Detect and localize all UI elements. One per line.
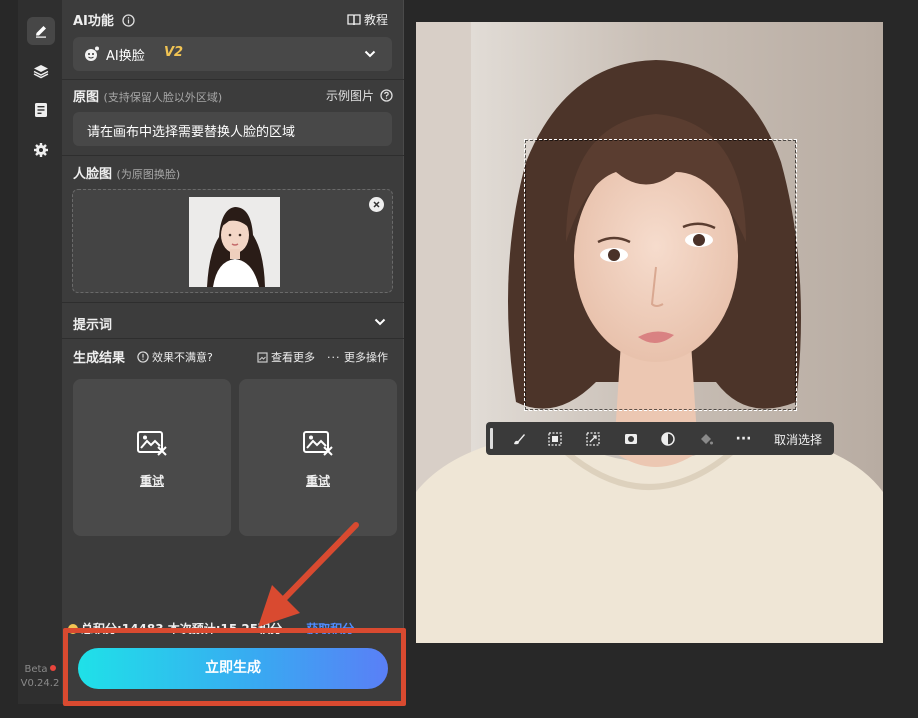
results-title: 生成结果 [73,351,126,366]
version-info: Beta V0.24.2 [18,663,62,691]
notes-icon[interactable] [27,96,55,124]
close-icon [373,201,380,208]
left-rail [18,0,62,704]
selection-toolbar: ··· 取消选择 [486,422,834,455]
layers-icon[interactable] [27,57,55,85]
remove-face-button[interactable] [369,197,384,212]
chevron-down-icon [364,50,376,58]
expand-selection-icon[interactable] [584,430,601,447]
mask-icon[interactable] [622,430,639,447]
retry-link[interactable]: 重试 [239,472,397,489]
divider [62,302,404,303]
cancel-selection-button[interactable]: 取消选择 [774,431,822,448]
selected-function-label: AI换脸 [106,49,145,64]
more-tools-icon[interactable]: ··· [735,430,752,447]
help-icon [380,89,393,102]
annotation-highlight-box [63,628,406,706]
region-select-placeholder: 请在画布中选择需要替换人脸的区域 [87,125,296,140]
edit-icon[interactable] [27,17,55,45]
ai-function-title: AI功能 [73,10,136,29]
version-label: V0.24.2 [20,678,60,689]
tutorial-link[interactable]: 教程 [347,11,388,28]
more-actions-link[interactable]: ··· 更多操作 [327,349,388,365]
invert-selection-icon[interactable] [546,430,563,447]
original-image-title: 原图 (支持保留人脸以外区域) [73,90,223,105]
info-icon[interactable] [122,14,136,27]
fill-bucket-icon[interactable] [697,430,714,447]
result-card-2[interactable]: 重试 [239,379,397,536]
result-card-1[interactable]: 重试 [73,379,231,536]
info-icon [137,351,149,363]
gear-icon[interactable] [27,136,55,164]
book-icon [347,14,361,26]
notification-dot [49,665,56,671]
brush-icon[interactable] [510,430,527,447]
example-image-link[interactable]: 示例图片 [326,87,393,104]
prompt-title: 提示词 [73,318,113,333]
contrast-icon[interactable] [659,430,676,447]
version-badge: V2 [164,45,184,60]
view-more-link[interactable]: 查看更多 [257,349,315,365]
divider [62,338,404,339]
ai-function-select[interactable]: AI换脸 V2 [73,37,392,71]
face-thumbnail [189,197,280,287]
prompt-expand-chevron-icon[interactable] [374,317,386,327]
feedback-link[interactable]: 效果不满意? [137,349,213,365]
retry-link[interactable]: 重试 [73,472,231,489]
face-image-title: 人脸图 (为原图换脸) [73,167,181,182]
divider [62,79,404,80]
broken-image-icon [137,431,167,456]
beta-label: Beta [24,664,48,675]
gallery-icon [257,352,268,363]
selection-marquee[interactable] [524,139,797,411]
face-swap-icon [85,46,99,61]
drag-handle[interactable] [490,428,493,449]
broken-image-icon [303,431,333,456]
divider [62,155,404,156]
region-select-field[interactable]: 请在画布中选择需要替换人脸的区域 [73,112,392,146]
face-upload-area[interactable] [72,189,393,293]
ellipsis-icon: ··· [327,351,341,364]
annotation-arrow [258,522,359,627]
